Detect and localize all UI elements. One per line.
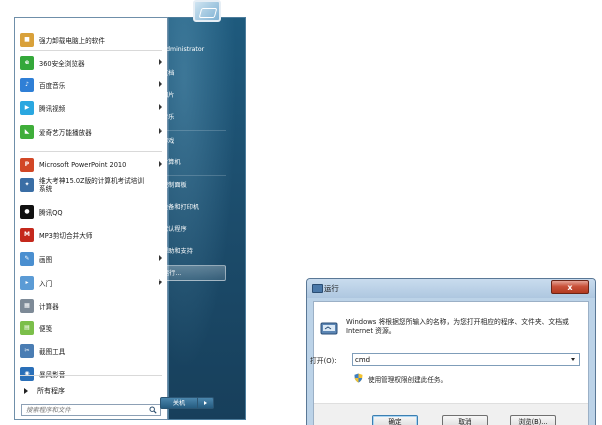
program-item[interactable]: ▶ 腾讯视频	[15, 99, 167, 116]
run-dialog-button-bar: 确定 取消 浏览(B)...	[314, 403, 588, 425]
program-item[interactable]: ◉ 暴风影音	[15, 365, 167, 382]
program-label: 腾讯视频	[39, 104, 66, 113]
start-menu-programs-pane: ■ 强力卸载电脑上的软件 e 360安全浏览器 ♪ 百度音乐 ▶ 腾讯视频 ◣ 爱奇艺万能播放器 P…	[14, 17, 168, 420]
program-label: 便笺	[39, 324, 53, 333]
program-item[interactable]: ✂ 截图工具	[15, 342, 167, 359]
shutdown-group: 关机	[160, 397, 218, 409]
submenu-arrow-icon[interactable]	[159, 59, 162, 65]
paint-icon: ✎	[20, 251, 34, 266]
program-item[interactable]: M MP3剪切合并大师	[15, 226, 167, 243]
qq-icon: ●	[20, 204, 34, 219]
program-item[interactable]: ✦ 维大考神15.0Z版的计算机考试培训系统	[15, 176, 167, 193]
all-programs-label: 所有程序	[37, 387, 65, 395]
program-label: 维大考神15.0Z版的计算机考试培训系统	[39, 176, 144, 193]
open-command-input[interactable]	[355, 354, 555, 365]
ok-button[interactable]: 确定	[372, 415, 418, 425]
browse-button[interactable]: 浏览(B)...	[510, 415, 556, 425]
calculator-icon: ▦	[20, 298, 34, 313]
run-description: Windows 将根据您所输入的名称，为您打开相应的程序、文件夹、文档或 Int…	[346, 318, 569, 335]
program-item[interactable]: ♪ 百度音乐	[15, 76, 167, 93]
program-item[interactable]: P Microsoft PowerPoint 2010	[15, 156, 167, 173]
tencent-video-icon: ▶	[20, 100, 34, 115]
program-label: 360安全浏览器	[39, 59, 85, 68]
snipping-tool-icon: ✂	[20, 343, 34, 358]
program-item[interactable]: ◣ 爱奇艺万能播放器	[15, 123, 167, 140]
program-label: 百度音乐	[39, 81, 66, 90]
program-item[interactable]: ✎ 画图	[15, 250, 167, 267]
start-search-box[interactable]	[21, 404, 161, 416]
baidu-music-icon: ♪	[20, 77, 34, 92]
uac-shield-icon	[354, 373, 363, 383]
program-separator	[20, 151, 162, 152]
close-button[interactable]: x	[551, 280, 589, 294]
program-label: 强力卸载电脑上的软件	[39, 36, 105, 45]
360-browser-icon: e	[20, 55, 34, 70]
program-item[interactable]: ▤ 便笺	[15, 319, 167, 336]
program-item[interactable]: ● 腾讯QQ	[15, 203, 167, 220]
help-support-link[interactable]: 帮助和支持	[158, 244, 226, 260]
music-link[interactable]: 音乐	[158, 110, 226, 126]
program-label: Microsoft PowerPoint 2010	[39, 160, 127, 169]
getting-started-icon: ▸	[20, 275, 34, 290]
user-picture[interactable]	[193, 0, 221, 22]
admin-note: 使用管理权限创建此任务。	[368, 376, 448, 384]
all-programs-separator	[20, 375, 162, 376]
iqiyi-player-icon: ◣	[20, 124, 34, 139]
program-item[interactable]: ▸ 入门	[15, 274, 167, 291]
run-dialog: 运行 x Windows 将根据您所输入的名称，为您打开相应的程序、文件夹、文档…	[306, 278, 596, 425]
open-label: 打开(O):	[310, 357, 337, 365]
expand-arrow-icon	[24, 388, 28, 394]
documents-link[interactable]: 文档	[158, 66, 226, 82]
program-separator	[20, 50, 162, 51]
dropdown-arrow-icon[interactable]	[571, 358, 575, 361]
mp3-cut-icon: M	[20, 227, 34, 242]
program-label: 画图	[39, 255, 53, 264]
search-input[interactable]	[22, 405, 144, 415]
cancel-button[interactable]: 取消	[442, 415, 488, 425]
powerpoint-icon: P	[20, 157, 34, 172]
devices-printers-link[interactable]: 设备和打印机	[158, 200, 226, 216]
pictures-link[interactable]: 图片	[158, 88, 226, 104]
program-label: MP3剪切合并大师	[39, 231, 93, 240]
program-item[interactable]: ■ 强力卸载电脑上的软件	[15, 31, 167, 48]
exam-system-icon: ✦	[20, 177, 34, 192]
program-item[interactable]: ▦ 计算器	[15, 297, 167, 314]
program-label: 入门	[39, 279, 53, 288]
places-separator	[160, 175, 226, 176]
program-label: 腾讯QQ	[39, 208, 63, 217]
run-link[interactable]: 运行...	[158, 265, 226, 281]
run-dialog-title: 运行	[324, 284, 339, 293]
program-label: 计算器	[39, 302, 59, 311]
sticky-notes-icon: ▤	[20, 320, 34, 335]
storm-player-icon: ◉	[20, 366, 34, 381]
control-panel-link[interactable]: 控制面板	[158, 178, 226, 194]
run-app-icon	[320, 322, 338, 335]
program-label: 截图工具	[39, 347, 66, 356]
user-folder-link[interactable]: Administrator	[158, 42, 226, 58]
run-dialog-body: Windows 将根据您所输入的名称，为您打开相应的程序、文件夹、文档或 Int…	[310, 301, 589, 425]
search-icon[interactable]	[149, 406, 157, 414]
games-link[interactable]: 游戏	[158, 134, 226, 150]
computer-link[interactable]: 计算机	[158, 155, 226, 171]
program-label: 爱奇艺万能播放器	[39, 128, 92, 137]
open-combobox[interactable]	[352, 353, 580, 366]
all-programs-button[interactable]: 所有程序	[15, 384, 167, 398]
run-dialog-titlebar[interactable]: 运行 x	[307, 279, 595, 298]
shutdown-button[interactable]: 关机	[160, 397, 198, 409]
uninstaller-icon: ■	[20, 32, 34, 47]
program-label: 暴风影音	[39, 369, 65, 379]
program-item[interactable]: e 360安全浏览器	[15, 54, 167, 71]
places-separator	[160, 130, 226, 131]
shutdown-options-arrow-icon[interactable]	[198, 397, 214, 409]
run-window-icon	[312, 284, 323, 293]
default-programs-link[interactable]: 默认程序	[158, 222, 226, 238]
